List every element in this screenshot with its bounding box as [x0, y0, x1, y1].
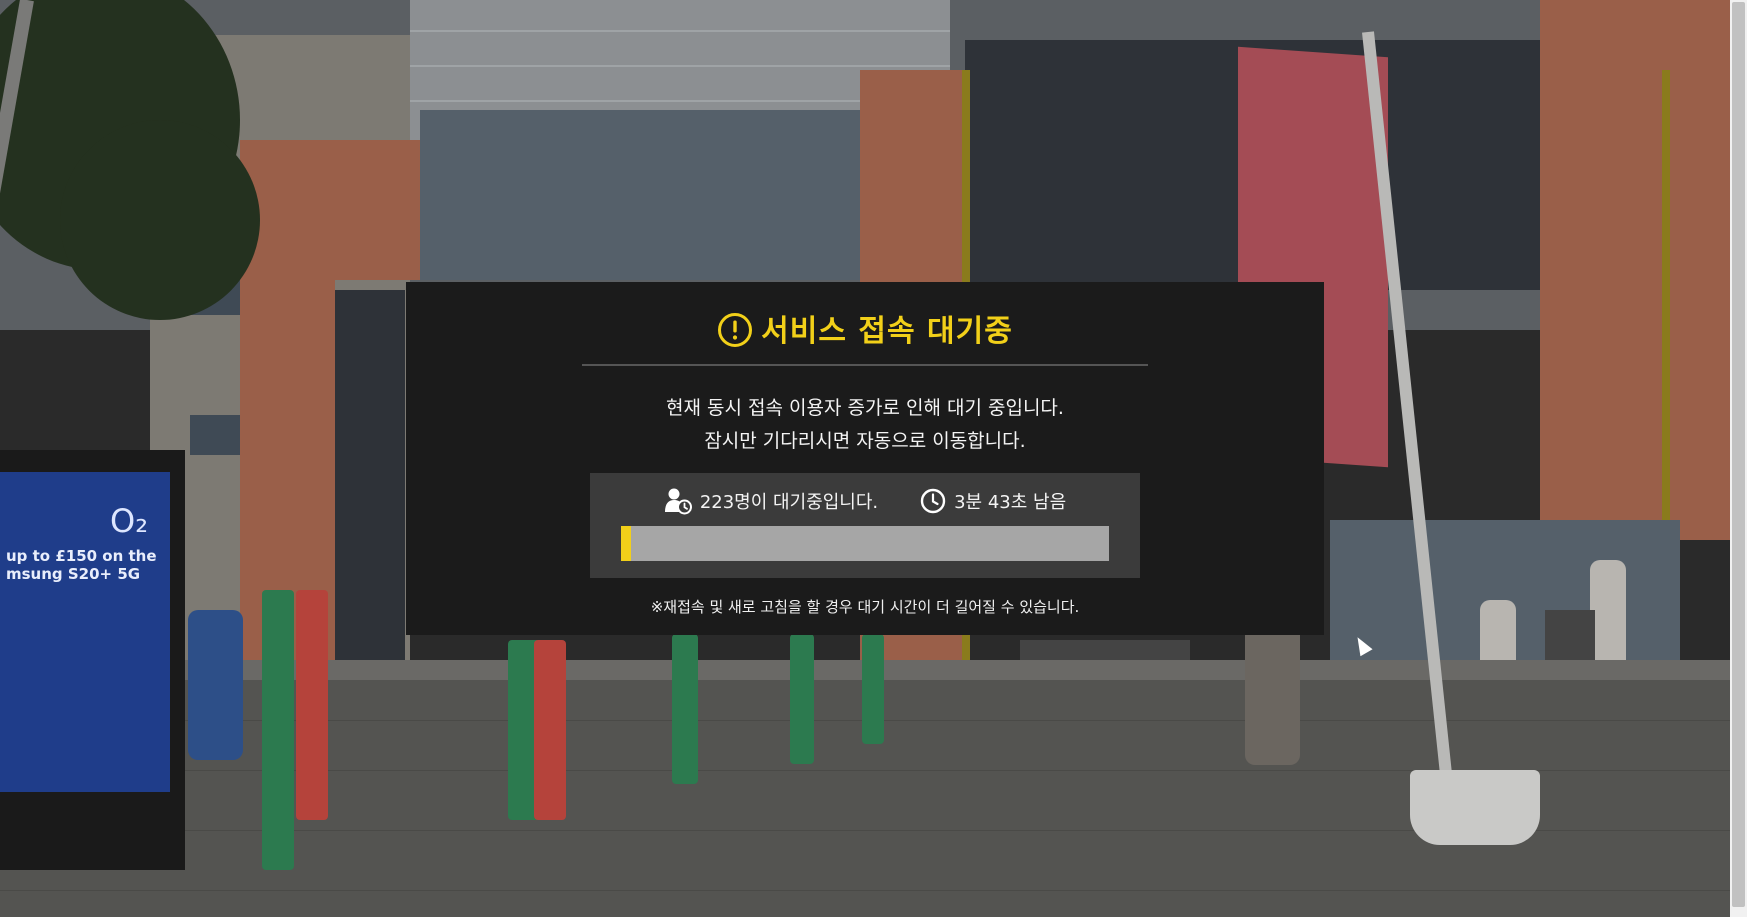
message-line-2: 잠시만 기다리시면 자동으로 이동합니다.	[704, 430, 1026, 452]
kiosk-brand: O₂	[110, 502, 149, 540]
queue-progress-fill	[621, 526, 631, 561]
scrollbar-thumb[interactable]	[1732, 2, 1745, 907]
flagpole-base	[1410, 770, 1540, 845]
modal-title: 서비스 접속 대기중	[761, 314, 1013, 349]
queue-status-row: 223명이 대기중입니다. 3분 43초 남음	[590, 485, 1140, 517]
bollard	[862, 634, 884, 744]
waiting-count-text: 223명이 대기중입니다.	[699, 492, 879, 513]
waiting-message: 현재 동시 접속 이용자 증가로 인해 대기 중입니다. 잠시만 기다리시면 자…	[406, 392, 1324, 458]
bollard	[262, 590, 294, 870]
scrollbar[interactable]	[1730, 0, 1747, 917]
remaining-time-text: 3분 43초 남음	[954, 492, 1067, 513]
shop-window	[420, 110, 860, 280]
pedestrian	[1245, 615, 1300, 765]
tree	[60, 120, 260, 320]
clock-icon	[920, 488, 946, 514]
modal-title-row: 서비스 접속 대기중	[406, 304, 1324, 352]
tower-line	[410, 65, 950, 67]
queue-status-box: 223명이 대기중입니다. 3분 43초 남음	[590, 473, 1140, 578]
bollard	[672, 634, 698, 784]
queue-modal: 서비스 접속 대기중 현재 동시 접속 이용자 증가로 인해 대기 중입니다. …	[406, 282, 1324, 635]
message-line-1: 현재 동시 접속 이용자 증가로 인해 대기 중입니다.	[666, 397, 1064, 419]
bollard	[790, 634, 814, 764]
bollard	[534, 640, 566, 820]
exclamation-circle-icon	[717, 312, 753, 347]
remaining-time: 3분 43초 남음	[920, 488, 1066, 514]
queue-page: O₂ up to £150 on the msung S20+ 5G 서비스 접…	[0, 0, 1747, 917]
brick-pillar	[1540, 0, 1730, 540]
shop-window	[335, 290, 405, 670]
bollard	[296, 590, 328, 820]
refresh-notice: ※재접속 및 새로 고침을 할 경우 대기 시간이 더 길어질 수 있습니다.	[650, 598, 1080, 616]
pavement-line	[0, 890, 1747, 891]
pedestrian	[188, 610, 243, 760]
waiting-count: 223명이 대기중입니다.	[664, 487, 878, 515]
kiosk-ad-text: up to £150 on the msung S20+ 5G	[6, 547, 157, 583]
user-clock-icon	[664, 487, 692, 515]
kiosk-screen: O₂ up to £150 on the msung S20+ 5G	[0, 472, 170, 792]
tower-line	[410, 30, 950, 32]
queue-progress-bar	[621, 526, 1109, 561]
title-divider	[582, 364, 1148, 366]
